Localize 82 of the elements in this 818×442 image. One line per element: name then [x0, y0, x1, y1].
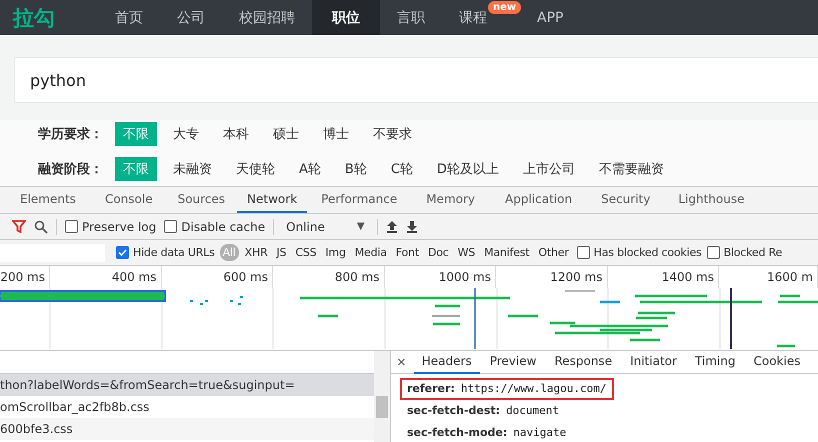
detail-tab[interactable]: Headers: [414, 350, 480, 374]
filter-label: 融资阶段：: [38, 161, 104, 178]
type-filter[interactable]: WS: [454, 244, 478, 261]
detail-tab[interactable]: Timing: [686, 350, 744, 374]
devtools-tab[interactable]: Sources: [166, 187, 238, 213]
scrollbar[interactable]: [374, 351, 390, 442]
time-tick: 1600 m: [719, 266, 818, 288]
filter-option[interactable]: C轮: [382, 157, 421, 181]
checkbox[interactable]: [65, 220, 78, 233]
checkbox-label: Disable cache: [181, 220, 266, 234]
filter-icon[interactable]: [12, 220, 26, 233]
checkbox-label: Blocked Re: [724, 246, 782, 259]
type-filter[interactable]: JS: [274, 244, 290, 261]
header-value: https://www.lagou.com/: [460, 381, 607, 397]
header-value: navigate: [513, 425, 566, 441]
request-row[interactable]: thon?labelWords=&fromSearch=true&suginput=: [0, 374, 374, 396]
nav-link[interactable]: 课程: [442, 0, 488, 35]
nav-link[interactable]: APP: [520, 0, 580, 35]
type-filter[interactable]: Img: [322, 244, 349, 261]
devtools-tab[interactable]: Console: [92, 187, 166, 213]
filter-option[interactable]: 大专: [165, 122, 207, 146]
new-badge: new: [488, 1, 522, 14]
filter-option[interactable]: D轮及以上: [428, 157, 507, 181]
type-filter[interactable]: CSS: [292, 244, 320, 261]
search-field[interactable]: python: [14, 57, 818, 103]
detail-tab[interactable]: Initiator: [622, 350, 685, 374]
close-button[interactable]: ×: [397, 354, 412, 370]
type-filter[interactable]: XHR: [242, 244, 271, 261]
nav-link[interactable]: 校园招聘: [222, 0, 312, 35]
devtools-tab[interactable]: Elements: [4, 187, 92, 213]
time-tick: 800 ms: [273, 266, 384, 288]
filter-option[interactable]: 未融资: [165, 157, 220, 181]
type-filter[interactable]: Other: [535, 244, 572, 261]
upload-icon[interactable]: [386, 220, 398, 233]
devtools-tab[interactable]: Lighthouse: [664, 187, 758, 213]
type-filter[interactable]: Manifest: [481, 244, 532, 261]
checkbox-label: Has blocked cookies: [594, 246, 702, 259]
throttling-select[interactable]: Online ▼: [282, 220, 369, 234]
checkbox-label: Hide data URLs: [133, 246, 215, 259]
checkbox-label: Preserve log: [82, 220, 156, 234]
detail-tab[interactable]: Response: [546, 350, 620, 374]
devtools-tab[interactable]: Application: [490, 187, 588, 213]
checkbox[interactable]: [706, 246, 720, 259]
filter-option[interactable]: 本科: [215, 122, 257, 146]
filter-option[interactable]: A轮: [291, 157, 329, 181]
checkbox[interactable]: [576, 246, 590, 259]
filter-option[interactable]: 博士: [315, 122, 357, 146]
header-name: referer:: [407, 381, 455, 397]
nav-link[interactable]: 言职: [380, 0, 442, 35]
checkbox[interactable]: [164, 220, 178, 233]
detail-tab[interactable]: Preview: [482, 350, 544, 374]
time-tick: 1200 ms: [496, 266, 608, 288]
time-tick: 600 ms: [162, 266, 273, 288]
filter-option[interactable]: 不需要融资: [590, 157, 672, 181]
download-icon[interactable]: [406, 220, 418, 233]
time-tick: 400 ms: [50, 266, 162, 288]
filter-option[interactable]: 天使轮: [228, 157, 283, 181]
filter-option[interactable]: B轮: [336, 157, 375, 181]
header-value: document: [506, 403, 560, 419]
devtools-tab[interactable]: Performance: [307, 187, 412, 213]
type-filter[interactable]: Font: [392, 244, 422, 261]
nav-link[interactable]: 首页: [98, 0, 160, 35]
devtools-tab[interactable]: Memory: [411, 187, 490, 213]
header-name: sec-fetch-dest:: [407, 403, 500, 419]
filter-label: 学历要求：: [38, 126, 104, 143]
devtools-tab[interactable]: Security: [587, 187, 664, 213]
type-filter[interactable]: Doc: [424, 244, 452, 261]
time-tick: 1400 ms: [608, 266, 719, 288]
checkbox[interactable]: [116, 246, 129, 259]
request-row[interactable]: 600bfe3.css: [0, 418, 374, 440]
time-tick: 1000 ms: [384, 266, 496, 288]
nav-link[interactable]: 公司: [160, 0, 222, 35]
logo[interactable]: 拉勾: [0, 0, 98, 35]
nav-link[interactable]: 职位: [312, 0, 380, 35]
time-tick: 200 ms: [0, 266, 50, 288]
search-icon[interactable]: [34, 220, 48, 234]
type-filter[interactable]: Media: [352, 244, 390, 261]
filter-option[interactable]: 硕士: [265, 122, 307, 146]
filter-option[interactable]: 上市公司: [514, 157, 583, 181]
detail-tab[interactable]: Cookies: [745, 350, 808, 374]
header-name: sec-fetch-mode:: [407, 425, 508, 441]
filter-option[interactable]: 不要求: [365, 122, 420, 146]
